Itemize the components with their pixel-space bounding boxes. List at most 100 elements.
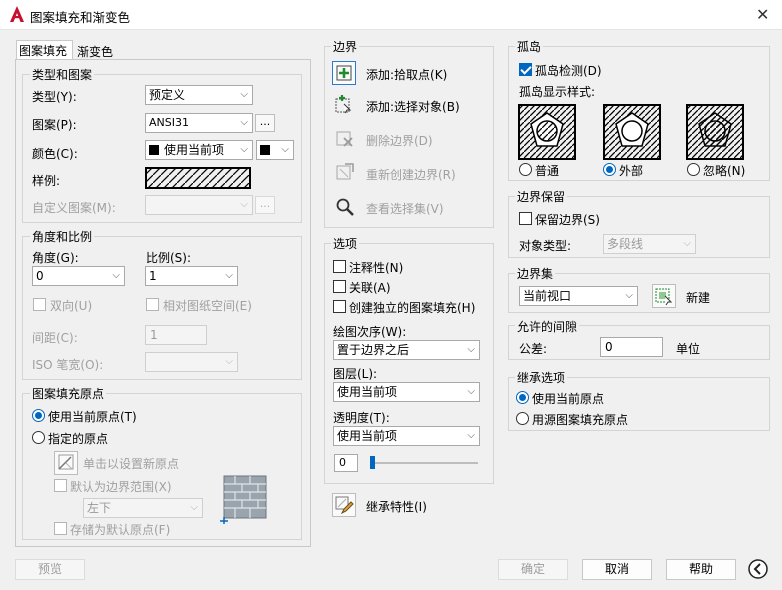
- origin-position-value: 左下: [87, 501, 112, 515]
- draw-order-label: 绘图次序(W):: [333, 325, 407, 339]
- inherit-properties-button[interactable]: [332, 493, 356, 517]
- origin-legend: 图案填充原点: [30, 385, 107, 402]
- cancel-button[interactable]: 取消: [582, 559, 652, 580]
- retain-boundaries-checkbox[interactable]: [519, 212, 532, 225]
- layer-label: 图层(L):: [333, 367, 378, 381]
- spacing-label: 间距(C):: [32, 331, 78, 345]
- origin-position-select[interactable]: 左下 ⌵: [83, 498, 203, 518]
- angle-value: 0: [36, 269, 44, 283]
- inherit-current-origin-radio[interactable]: [516, 391, 529, 404]
- view-selections-label[interactable]: 查看选择集(V): [366, 200, 444, 217]
- chevron-down-icon: ⌵: [625, 290, 633, 301]
- transparency-slider-track[interactable]: [370, 462, 478, 464]
- object-type-select[interactable]: 多段线 ⌵: [603, 234, 696, 254]
- add-select-objects-button[interactable]: [332, 93, 356, 117]
- transparency-value: 使用当前项: [337, 429, 398, 443]
- bg-color-swatch-icon: [260, 145, 270, 155]
- separate-hatches-checkbox[interactable]: [333, 300, 346, 313]
- layer-select[interactable]: 使用当前项 ⌵: [333, 382, 480, 402]
- island-ignore-label: 忽略(N): [703, 164, 746, 178]
- transparency-select[interactable]: 使用当前项 ⌵: [333, 426, 480, 446]
- object-type-value: 多段线: [607, 237, 644, 251]
- tab-gradient[interactable]: 渐变色: [77, 43, 113, 60]
- chevron-down-icon: ⌵: [190, 502, 198, 513]
- island-ignore-radio[interactable]: [687, 163, 700, 176]
- add-pick-points-label[interactable]: 添加:拾取点(K): [366, 66, 447, 83]
- new-boundary-set-label: 新建: [686, 291, 711, 305]
- brick-preview-icon: [220, 475, 267, 524]
- add-select-objects-label[interactable]: 添加:选择对象(B): [366, 98, 460, 115]
- default-extent-checkbox[interactable]: [54, 479, 67, 492]
- swatch-label: 样例:: [32, 174, 61, 188]
- island-outer-preview[interactable]: [603, 104, 661, 160]
- double-checkbox[interactable]: [33, 298, 46, 311]
- annotative-checkbox[interactable]: [333, 260, 346, 273]
- help-button[interactable]: 帮助: [666, 559, 736, 580]
- custom-pattern-select[interactable]: ⌵: [145, 195, 253, 215]
- default-extent-label: 默认为边界范围(X): [70, 480, 172, 494]
- chevron-down-icon: ⌵: [240, 117, 248, 128]
- boundaries-legend: 边界: [331, 38, 360, 55]
- retain-legend: 边界保留: [515, 188, 568, 205]
- boundary-set-legend: 边界集: [515, 265, 556, 282]
- bg-color-select[interactable]: ⌵: [256, 140, 294, 160]
- type-pattern-legend: 类型和图案: [30, 66, 95, 83]
- tolerance-input[interactable]: 0: [600, 337, 663, 357]
- island-detection-checkbox[interactable]: [519, 63, 532, 76]
- object-type-label: 对象类型:: [519, 239, 572, 253]
- pattern-select[interactable]: ANSI31 ⌵: [145, 113, 253, 133]
- set-origin-label: 单击以设置新原点: [83, 457, 180, 471]
- pattern-swatch[interactable]: [145, 167, 251, 189]
- window-title: 图案填充和渐变色: [30, 10, 131, 25]
- island-normal-label: 普通: [535, 164, 560, 178]
- spacing-input[interactable]: 1: [145, 325, 207, 345]
- inherit-source-origin-radio[interactable]: [516, 412, 529, 425]
- inherit-options-legend: 继承选项: [515, 369, 568, 386]
- inherit-current-origin-label: 使用当前原点: [532, 392, 605, 406]
- separate-hatches-label: 创建独立的图案填充(H): [349, 301, 476, 315]
- relative-paper-checkbox[interactable]: [146, 298, 159, 311]
- specified-origin-label: 指定的原点: [48, 432, 109, 446]
- store-default-checkbox[interactable]: [54, 522, 67, 535]
- use-current-origin-label: 使用当前原点(T): [48, 410, 137, 424]
- new-boundary-set-button[interactable]: [652, 284, 676, 308]
- tolerance-label: 公差:: [519, 342, 548, 356]
- island-style-label: 孤岛显示样式:: [519, 85, 596, 99]
- island-ignore-preview[interactable]: [686, 104, 744, 160]
- set-origin-button[interactable]: [54, 451, 78, 475]
- boundary-set-select[interactable]: 当前视口 ⌵: [519, 286, 638, 306]
- add-pick-points-button[interactable]: [332, 61, 356, 85]
- island-outer-label: 外部: [619, 164, 644, 178]
- custom-browse-button[interactable]: ...: [255, 196, 275, 214]
- recreate-boundary-label[interactable]: 重新创建边界(R): [366, 166, 456, 183]
- boundary-set-value: 当前视口: [523, 289, 572, 303]
- use-current-origin-radio[interactable]: [32, 409, 45, 422]
- recreate-boundary-icon: [336, 163, 354, 180]
- angle-select[interactable]: 0 ⌵: [32, 266, 125, 286]
- island-normal-preview[interactable]: [518, 104, 576, 160]
- scale-select[interactable]: 1 ⌵: [145, 266, 238, 286]
- transparency-slider-thumb[interactable]: [370, 456, 375, 469]
- preview-button[interactable]: 预览: [15, 559, 85, 580]
- select-objects-icon: [335, 95, 352, 114]
- type-select[interactable]: 预定义 ⌵: [145, 85, 253, 105]
- color-select[interactable]: 使用当前项 ⌵: [145, 140, 253, 160]
- draw-order-select[interactable]: 置于边界之后 ⌵: [333, 340, 480, 360]
- remove-boundaries-label[interactable]: 删除边界(D): [366, 132, 433, 149]
- island-outer-radio[interactable]: [603, 163, 616, 176]
- specified-origin-radio[interactable]: [32, 431, 45, 444]
- island-normal-radio[interactable]: [519, 163, 532, 176]
- pattern-browse-button[interactable]: ...: [255, 114, 275, 132]
- close-icon[interactable]: ✕: [756, 5, 769, 24]
- custom-pattern-label: 自定义图案(M):: [32, 201, 116, 215]
- chevron-down-icon: ⌵: [467, 344, 475, 355]
- layer-value: 使用当前项: [337, 385, 398, 399]
- associative-checkbox[interactable]: [333, 280, 346, 293]
- collapse-more-options-icon[interactable]: [747, 558, 769, 580]
- iso-pen-select[interactable]: ⌵: [145, 352, 238, 372]
- ok-button[interactable]: 确定: [498, 559, 568, 580]
- transparency-input[interactable]: 0: [334, 454, 358, 472]
- gap-legend: 允许的间隙: [515, 318, 580, 335]
- inherit-properties-label[interactable]: 继承特性(I): [366, 498, 427, 515]
- angle-scale-legend: 角度和比例: [30, 228, 95, 245]
